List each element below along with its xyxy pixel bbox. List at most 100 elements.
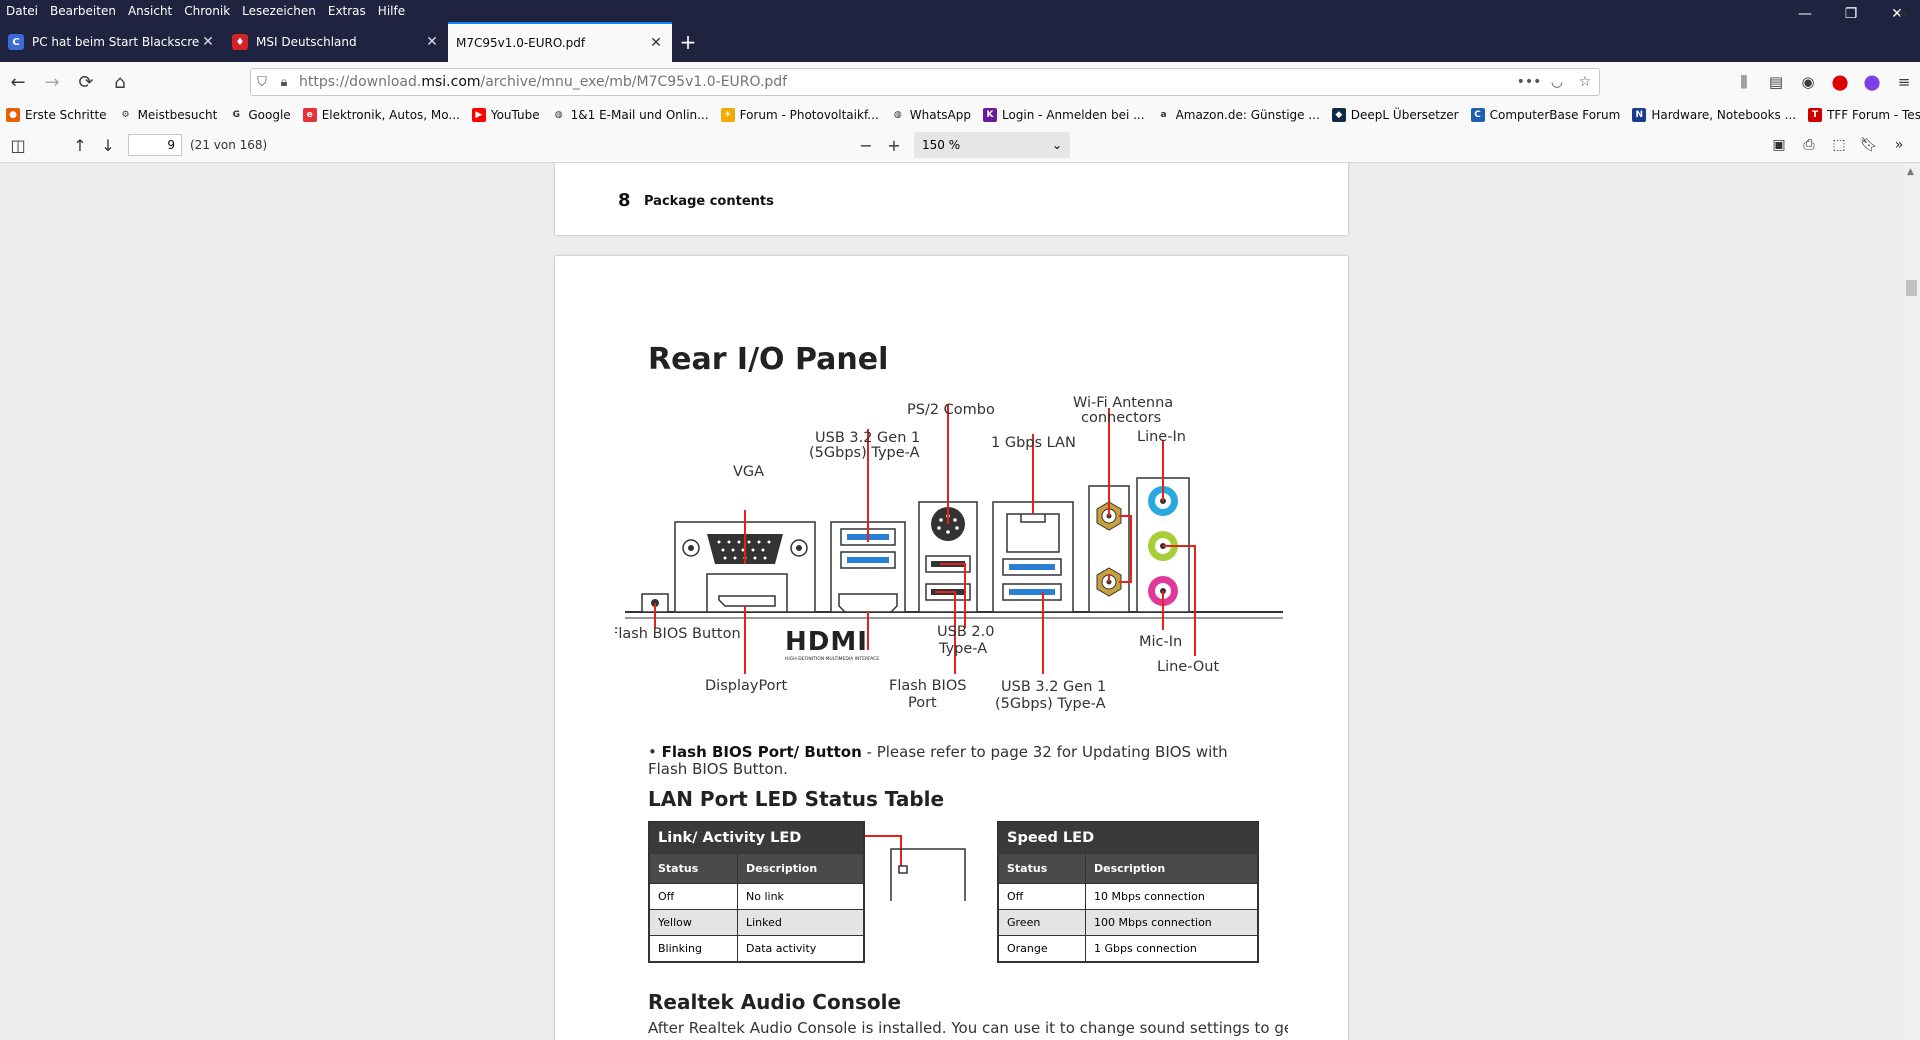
label-usb32-bottom-2: (5Gbps) Type-A xyxy=(995,696,1106,712)
pdf-tools: ▣ ⎙ ⬚ 🔖︎ » xyxy=(1764,132,1914,158)
pdf-page-9: Rear I/O Panel HDMI HIGH-DEFINITION MULT… xyxy=(555,256,1348,1040)
bookmark-item[interactable]: ☀ Forum - Photovoltaikf... xyxy=(715,108,885,122)
label-wifi-antenna-1: Wi-Fi Antenna xyxy=(1073,395,1173,411)
label-flash-bios-port-1: Flash BIOS xyxy=(889,678,966,694)
scroll-thumb[interactable] xyxy=(1906,280,1917,296)
bookmark-favicon-icon: ☀ xyxy=(720,108,735,122)
label-usb32-top-1: USB 3.2 Gen 1 xyxy=(815,430,920,446)
tab-pc-blackscreen[interactable]: C PC hat beim Start Blackscreen | ✕ xyxy=(0,22,224,62)
reload-button[interactable]: ⟳ xyxy=(70,66,102,98)
scroll-up-icon[interactable]: ▲ xyxy=(1907,167,1914,177)
pdf-toolbar: ◫ ↑ ↓ 9 (21 von 168) − + 150 % ⌄ ▣ ⎙ ⬚ 🔖︎… xyxy=(0,128,1920,163)
save-icon[interactable]: ⬚ xyxy=(1824,132,1854,158)
bookmark-icon[interactable]: 🔖︎ xyxy=(1854,132,1884,158)
bookmark-item[interactable]: ● Erste Schritte xyxy=(0,108,113,122)
menu-hamburger-icon[interactable]: ≡ xyxy=(1888,66,1920,98)
tab-msi-deutschland[interactable]: ♦ MSI Deutschland ✕ xyxy=(224,22,448,62)
bookmark-item[interactable]: K Login - Anmelden bei ... xyxy=(977,108,1151,122)
table-title: Speed LED xyxy=(999,823,1257,853)
table-title: Link/ Activity LED xyxy=(650,823,863,853)
menu-item-ansicht[interactable]: Ansicht xyxy=(122,4,178,18)
bookmark-favicon-icon: ▶ xyxy=(471,108,486,122)
bookmark-item[interactable]: a Amazon.de: Günstige ... xyxy=(1151,108,1326,122)
url-bar[interactable]: ⛉ 🔒︎ https://download.msi.com/archive/mn… xyxy=(250,68,1600,96)
bookmark-item[interactable]: ◍ WhatsApp xyxy=(885,108,977,122)
flash-bios-note: • Flash BIOS Port/ Button - Please refer… xyxy=(648,743,1228,778)
bookmark-item[interactable]: T TFF Forum - Tesla Fahr... xyxy=(1802,108,1920,122)
rear-io-diagram: HDMI HIGH-DEFINITION MULTIMEDIA INTERFAC… xyxy=(610,374,1295,734)
bookmark-label: Erste Schritte xyxy=(25,108,107,122)
zoom-select[interactable]: 150 % ⌄ xyxy=(914,132,1070,158)
menu-item-extras[interactable]: Extras xyxy=(322,4,372,18)
bookmark-item[interactable]: C ComputerBase Forum xyxy=(1465,108,1627,122)
library-icon[interactable]: ⫼ xyxy=(1728,66,1760,98)
forward-button[interactable]: → xyxy=(36,66,68,98)
previous-page-button[interactable]: ↑ xyxy=(66,132,94,158)
close-tab-icon[interactable]: ✕ xyxy=(648,35,664,51)
bookmark-item[interactable]: e Elektronik, Autos, Mo... xyxy=(297,108,466,122)
bookmark-item[interactable]: N Hardware, Notebooks ... xyxy=(1626,108,1802,122)
label-usb20-1: USB 2.0 xyxy=(937,624,994,640)
pocket-icon[interactable]: ◡ xyxy=(1543,74,1571,90)
vertical-scrollbar[interactable]: ▲ xyxy=(1903,163,1920,1040)
hdmi-logo: HDMI xyxy=(785,627,868,657)
page-actions-icon[interactable]: ••• xyxy=(1515,74,1543,90)
table-header-row: Status Description xyxy=(650,853,863,883)
url-text[interactable]: https://download.msi.com/archive/mnu_exe… xyxy=(295,74,1515,90)
bookmark-label: DeepL Übersetzer xyxy=(1350,108,1459,122)
link-activity-led-table: Link/ Activity LED Status Description Off… xyxy=(648,821,865,963)
menu-item-chronik[interactable]: Chronik xyxy=(178,4,236,18)
page-number: 8 xyxy=(618,190,631,211)
bookmarks-bar: ● Erste Schritte ⚙ Meistbesucht G Google e Elek… xyxy=(0,102,1920,129)
bookmarks-overflow-icon[interactable]: » xyxy=(1898,3,1908,22)
shield-icon[interactable]: ⛉ xyxy=(251,75,273,90)
menu-item-bearbeiten[interactable]: Bearbeiten xyxy=(44,4,122,18)
bookmark-favicon-icon: a xyxy=(1160,110,1167,120)
zoom-in-button[interactable]: + xyxy=(880,132,908,158)
close-tab-icon[interactable]: ✕ xyxy=(424,34,440,50)
bookmark-label: Hardware, Notebooks ... xyxy=(1651,108,1797,122)
menu-item-lesezeichen[interactable]: Lesezeichen xyxy=(236,4,322,18)
zoom-out-button[interactable]: − xyxy=(852,132,880,158)
bookmark-item[interactable]: G Google xyxy=(223,108,296,122)
label-usb32-top-2: (5Gbps) Type-A xyxy=(809,445,920,461)
bookmark-favicon-icon: ◆ xyxy=(1331,108,1346,122)
tools-overflow-icon[interactable]: » xyxy=(1884,132,1914,158)
adblock-icon[interactable]: ⬤ xyxy=(1824,66,1856,98)
tab-pdf[interactable]: M7C95v1.0-EURO.pdf ✕ xyxy=(448,22,672,62)
bookmark-favicon-icon: T xyxy=(1808,108,1823,122)
rear-io-title: Rear I/O Panel xyxy=(648,342,889,377)
pdf-page-8: 8 Package contents xyxy=(555,163,1348,235)
page-number-input[interactable]: 9 xyxy=(128,134,182,156)
sidebar-toggle-icon[interactable]: ◫ xyxy=(4,132,32,158)
navigation-toolbar: ← → ⟳ ⌂ ⛉ 🔒︎ https://download.msi.com/ar… xyxy=(0,62,1920,103)
extension-icon[interactable]: ⬤ xyxy=(1856,66,1888,98)
bookmark-item[interactable]: ⚙ Meistbesucht xyxy=(113,108,224,122)
pdf-viewer[interactable]: 8 Package contents Rear I/O Panel HDMI H… xyxy=(0,163,1920,1040)
bookmark-label: 1&1 E-Mail und Onlin... xyxy=(570,108,709,122)
bookmark-label: Amazon.de: Günstige ... xyxy=(1175,108,1320,122)
menu-item-hilfe[interactable]: Hilfe xyxy=(372,4,411,18)
home-button[interactable]: ⌂ xyxy=(104,66,136,98)
back-button[interactable]: ← xyxy=(2,66,34,98)
table-row: Blinking Data activity xyxy=(650,935,863,961)
speed-led-table: Speed LED Status Description Off 10 Mbps c… xyxy=(997,821,1259,963)
close-tab-icon[interactable]: ✕ xyxy=(200,34,216,50)
account-icon[interactable]: ◉ xyxy=(1792,66,1824,98)
label-line-out: Line-Out xyxy=(1157,659,1219,675)
new-tab-button[interactable]: + xyxy=(672,22,704,62)
label-mic-in: Mic-In xyxy=(1139,634,1182,650)
bookmark-item[interactable]: ▶ YouTube xyxy=(466,108,546,122)
lock-icon[interactable]: 🔒︎ xyxy=(273,75,295,90)
print-icon[interactable]: ⎙ xyxy=(1794,132,1824,158)
sidebar-icon[interactable]: ▤ xyxy=(1760,66,1792,98)
next-page-button[interactable]: ↓ xyxy=(94,132,122,158)
bookmark-star-icon[interactable]: ☆ xyxy=(1571,74,1599,90)
label-wifi-antenna-2: connectors xyxy=(1081,410,1161,426)
bookmark-item[interactable]: ◆ DeepL Übersetzer xyxy=(1326,108,1465,122)
bookmark-label: WhatsApp xyxy=(909,108,971,122)
presentation-mode-icon[interactable]: ▣ xyxy=(1764,132,1794,158)
bookmark-item[interactable]: ◍ 1&1 E-Mail und Onlin... xyxy=(546,108,715,122)
label-flash-bios-port-2: Port xyxy=(908,695,937,711)
menu-item-datei[interactable]: Datei xyxy=(0,4,44,18)
